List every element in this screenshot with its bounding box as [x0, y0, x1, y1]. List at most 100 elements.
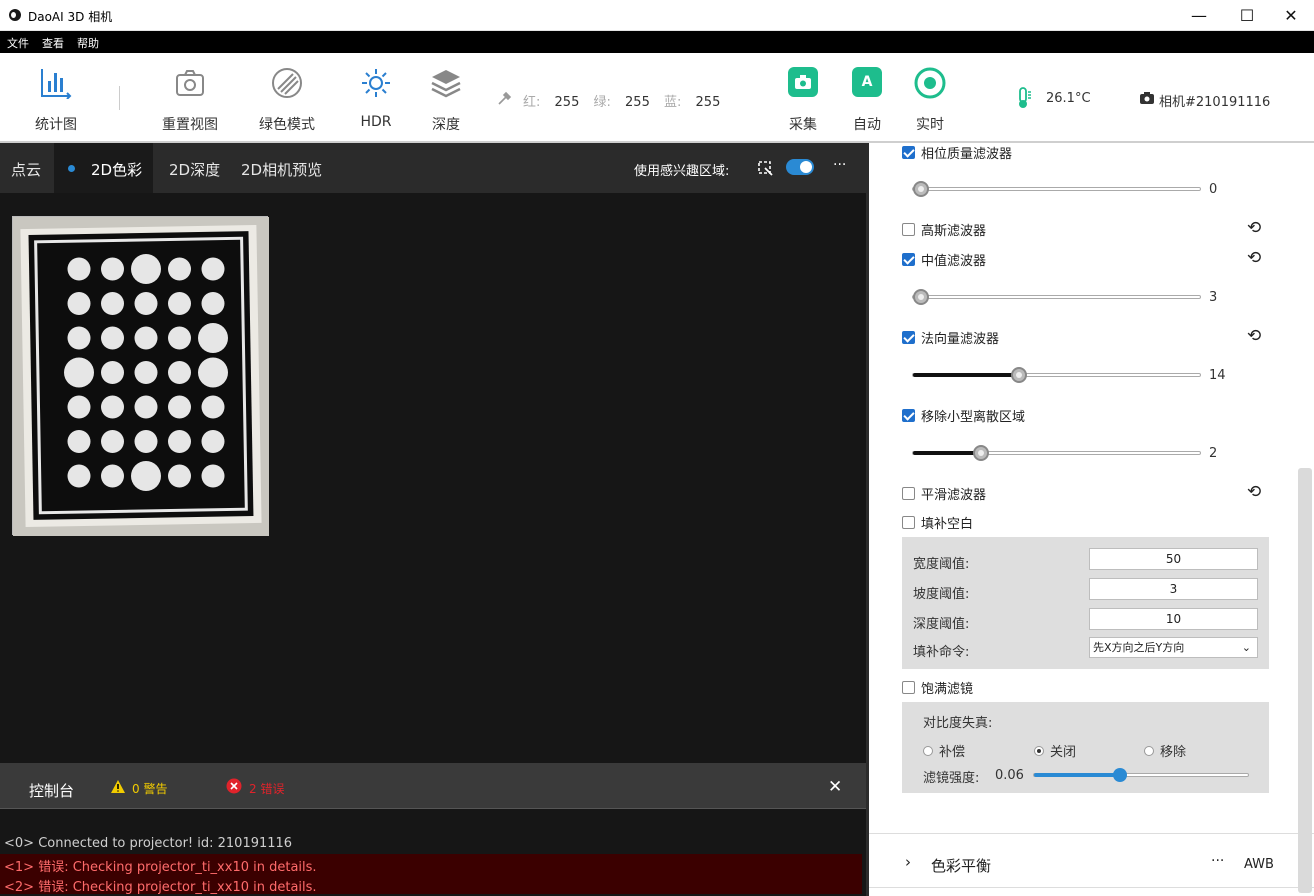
slider-thumb[interactable] — [973, 445, 989, 461]
remove-small-filter[interactable]: 移除小型离散区域 — [902, 406, 1025, 425]
camera-reset-icon — [176, 70, 204, 96]
console-title: 控制台 — [29, 782, 75, 800]
depth-label: 深度 — [432, 117, 460, 133]
slider-thumb[interactable] — [1011, 367, 1027, 383]
menu-help[interactable]: 帮助 — [77, 35, 99, 51]
green-mode-label: 绿色模式 — [259, 117, 315, 133]
slider-thumb[interactable] — [913, 289, 929, 305]
chevron-right-icon[interactable]: › — [905, 853, 911, 871]
radio-circle[interactable] — [1144, 746, 1154, 756]
fill-gaps-filter[interactable]: 填补空白 — [902, 513, 973, 532]
auto-label: 自动 — [853, 117, 881, 133]
slope-threshold-label: 坡度阈值: — [913, 587, 970, 602]
strength-slider[interactable] — [1033, 768, 1249, 782]
warning-count[interactable]: 0 警告 — [132, 780, 167, 797]
normal-label: 法向量滤波器 — [921, 332, 1000, 347]
fill-order-select[interactable]: 先X方向之后Y方向 ⌄ — [1089, 637, 1258, 658]
remove-small-slider[interactable] — [912, 445, 1201, 461]
color-balance-more-button[interactable]: ··· — [1211, 853, 1224, 869]
camera-icon — [788, 67, 818, 97]
saturation-checkbox[interactable] — [902, 681, 915, 694]
stats-button[interactable]: 统计图 — [22, 53, 90, 143]
chart-icon — [41, 69, 72, 99]
tab-2d-color[interactable]: 2D色彩 — [91, 159, 142, 180]
calibration-dot — [168, 464, 191, 488]
warning-icon[interactable] — [110, 779, 126, 794]
eyedropper-icon[interactable] — [496, 91, 512, 107]
roi-toggle[interactable] — [786, 159, 814, 175]
close-window-button[interactable]: ✕ — [1268, 0, 1314, 31]
tab-2d-depth[interactable]: 2D深度 — [169, 159, 220, 180]
menu-file[interactable]: 文件 — [7, 35, 29, 51]
error-icon[interactable] — [226, 778, 242, 794]
strength-thumb[interactable] — [1113, 768, 1127, 782]
contrast-label: 对比度失真: — [923, 716, 993, 731]
radio-compensate[interactable]: 补偿 — [923, 741, 965, 760]
color-balance-label[interactable]: 色彩平衡 — [931, 855, 991, 876]
green-mode-button[interactable]: 绿色模式 — [252, 53, 322, 143]
calibration-dot — [101, 464, 124, 488]
settings-pane: 相位质量滤波器 0 高斯滤波器 ⟲ 中值滤波器 ⟲ 3 法向量滤波器 ⟲ 14 … — [866, 143, 1314, 896]
minimize-button[interactable]: — — [1176, 0, 1222, 31]
radio-off[interactable]: 关闭 — [1034, 741, 1076, 760]
smooth-checkbox[interactable] — [902, 487, 915, 500]
radio-circle[interactable] — [1034, 746, 1044, 756]
smooth-label: 平滑滤波器 — [921, 488, 987, 503]
normal-checkbox[interactable] — [902, 331, 915, 344]
median-filter[interactable]: 中值滤波器 — [902, 250, 986, 269]
slider-thumb[interactable] — [913, 181, 929, 197]
stripes-circle-icon — [272, 68, 302, 98]
toolbar-divider — [119, 86, 120, 110]
calibration-dot — [101, 430, 124, 453]
more-options-button[interactable]: ··· — [833, 157, 846, 173]
radio-circle[interactable] — [923, 746, 933, 756]
radio-label: 关闭 — [1050, 745, 1077, 760]
depth-threshold-input[interactable]: 10 — [1089, 608, 1258, 630]
phase-quality-filter[interactable]: 相位质量滤波器 — [902, 143, 1012, 162]
median-slider[interactable] — [912, 289, 1201, 305]
green-label: 绿: — [593, 95, 611, 110]
fill-gaps-checkbox[interactable] — [902, 516, 915, 529]
tab-point-cloud[interactable]: 点云 — [11, 159, 41, 180]
log-line: <0> Connected to projector! id: 21019111… — [4, 836, 293, 851]
phase-quality-checkbox[interactable] — [902, 146, 915, 159]
capture-button[interactable]: 采集 — [778, 53, 828, 143]
phase-quality-slider[interactable] — [912, 181, 1201, 197]
menu-view[interactable]: 查看 — [42, 35, 64, 51]
maximize-button[interactable]: ☐ — [1224, 0, 1270, 31]
gaussian-reset-icon[interactable]: ⟲ — [1247, 218, 1261, 238]
median-reset-icon[interactable]: ⟲ — [1247, 248, 1261, 268]
median-checkbox[interactable] — [902, 253, 915, 266]
normal-reset-icon[interactable]: ⟲ — [1247, 326, 1261, 346]
smooth-reset-icon[interactable]: ⟲ — [1247, 482, 1261, 502]
awb-button[interactable]: AWB — [1244, 857, 1274, 872]
thermometer-icon — [1019, 87, 1031, 108]
gaussian-filter[interactable]: 高斯滤波器 — [902, 220, 986, 239]
log-line-error: <1> 错误: Checking projector_ti_xx10 in de… — [4, 860, 317, 875]
slope-threshold-input[interactable]: 3 — [1089, 578, 1258, 600]
hdr-button[interactable]: HDR — [350, 53, 402, 143]
auto-button[interactable]: A 自动 — [842, 53, 892, 143]
radio-remove[interactable]: 移除 — [1144, 741, 1186, 760]
smooth-filter[interactable]: 平滑滤波器 — [902, 484, 986, 503]
live-button[interactable]: 实时 — [905, 53, 955, 143]
error-count[interactable]: 2 错误 — [249, 780, 284, 797]
blue-label: 蓝: — [664, 95, 682, 110]
saturation-label: 饱满滤镜 — [921, 682, 974, 697]
remove-small-checkbox[interactable] — [902, 409, 915, 422]
roi-select-icon[interactable] — [756, 159, 774, 177]
normal-slider[interactable] — [912, 367, 1201, 383]
calibration-dot — [201, 292, 225, 315]
camera-id: 相机#210191116 — [1159, 95, 1271, 110]
reset-view-button[interactable]: 重置视图 — [152, 53, 228, 143]
saturation-filter[interactable]: 饱满滤镜 — [902, 678, 973, 697]
width-threshold-input[interactable]: 50 — [1089, 548, 1258, 570]
console-close-button[interactable]: ✕ — [828, 777, 842, 797]
red-value: 255 — [554, 95, 580, 110]
depth-button[interactable]: 深度 — [420, 53, 472, 143]
radio-label: 移除 — [1160, 745, 1187, 760]
normal-filter[interactable]: 法向量滤波器 — [902, 328, 999, 347]
settings-scrollbar[interactable] — [1298, 468, 1312, 893]
tab-2d-camera-preview[interactable]: 2D相机预览 — [241, 159, 322, 180]
gaussian-checkbox[interactable] — [902, 223, 915, 236]
